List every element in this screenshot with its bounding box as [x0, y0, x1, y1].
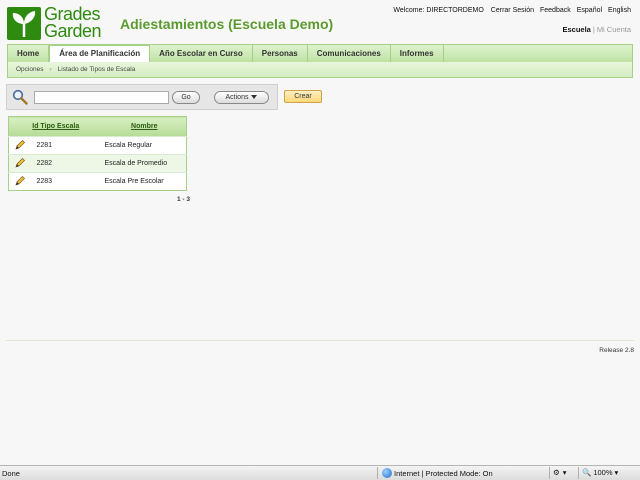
zone-text: Internet | Protected Mode: On — [394, 468, 493, 478]
edit-pencil-icon[interactable] — [8, 154, 31, 173]
grades-garden-logo[interactable]: Grades Garden — [7, 5, 110, 42]
chevron-down-icon — [251, 95, 258, 100]
pagination-range: 1 - 3 — [177, 196, 191, 203]
page-title: Adiestamientos (Escuela Demo) — [120, 16, 334, 32]
status-separator — [549, 467, 550, 479]
logo-wordmark: Grades Garden — [44, 5, 102, 41]
browser-status-bar: Done Internet | Protected Mode: On ⚙ ▾ 🔍… — [0, 465, 640, 480]
zoom-control[interactable]: 🔍 100% ▾ — [582, 468, 618, 477]
scope-mi-cuenta[interactable]: Mi Cuenta — [597, 25, 631, 34]
go-button[interactable]: Go — [172, 91, 200, 104]
magnifier-icon: 🔍 — [582, 468, 592, 477]
search-input[interactable] — [34, 91, 169, 104]
status-separator — [578, 467, 579, 479]
scope-switcher: Escuela | Mi Cuenta — [563, 25, 632, 34]
row-id: 2281 — [30, 136, 103, 155]
row-id: 2283 — [30, 172, 103, 191]
chevron-down-icon: ▾ — [562, 468, 567, 477]
zoom-level: 100% — [593, 468, 613, 477]
globe-icon — [382, 468, 392, 478]
chevron-right-icon: › — [49, 66, 52, 73]
tab-ano-escolar[interactable]: Año Escolar en Curso — [150, 45, 253, 62]
english-link[interactable]: English — [608, 7, 631, 14]
welcome-text: Welcome: DIRECTORDEMO — [393, 7, 484, 14]
release-version: Release 2.8 — [599, 347, 634, 354]
scope-escuela[interactable]: Escuela — [563, 25, 591, 34]
table-header-row: Id Tipo Escala Nombre — [8, 116, 187, 137]
status-separator — [377, 467, 378, 479]
search-icon[interactable] — [12, 89, 28, 105]
chevron-down-icon: ▾ — [614, 468, 619, 477]
tab-informes[interactable]: Informes — [391, 45, 444, 62]
row-name: Escala Pre Escolar — [102, 172, 187, 191]
table-row: 2281 Escala Regular — [8, 136, 187, 155]
column-header-nombre[interactable]: Nombre — [102, 116, 187, 137]
footer-divider — [6, 340, 634, 341]
main-nav: Home Área de Planificación Año Escolar e… — [7, 44, 633, 65]
breadcrumb-opciones[interactable]: Opciones — [16, 66, 43, 73]
column-header-id[interactable]: Id Tipo Escala — [8, 116, 103, 137]
create-button[interactable]: Crear — [284, 90, 322, 103]
search-region: Go Actions — [6, 84, 278, 110]
breadcrumb: Opciones › Listado de Tipos de Escala — [7, 62, 633, 78]
tab-home[interactable]: Home — [8, 45, 50, 62]
table-row: 2283 Escala Pre Escolar — [8, 172, 187, 191]
row-id: 2282 — [30, 154, 103, 173]
edit-pencil-icon[interactable] — [8, 172, 31, 191]
table-row: 2282 Escala de Promedio — [8, 154, 187, 173]
top-links: Welcome: DIRECTORDEMO Cerrar Sesión Feed… — [393, 7, 631, 14]
sprout-icon — [7, 7, 41, 40]
scope-separator: | — [592, 25, 595, 34]
edit-pencil-icon[interactable] — [8, 136, 31, 155]
actions-label: Actions — [225, 94, 249, 101]
tab-comunicaciones[interactable]: Comunicaciones — [308, 45, 391, 62]
actions-menu-button[interactable]: Actions — [214, 91, 269, 104]
shield-icon: ⚙ — [553, 468, 560, 477]
breadcrumb-current[interactable]: Listado de Tipos de Escala — [58, 66, 136, 73]
logout-link[interactable]: Cerrar Sesión — [491, 7, 534, 14]
spanish-link[interactable]: Español — [577, 7, 602, 14]
logo-line-2: Garden — [44, 21, 102, 41]
header: Grades Garden Adiestamientos (Escuela De… — [0, 0, 640, 44]
security-zone[interactable]: Internet | Protected Mode: On — [382, 468, 493, 478]
scale-types-table: Id Tipo Escala Nombre 2281 Escala Regula… — [8, 116, 187, 191]
feedback-link[interactable]: Feedback — [540, 7, 571, 14]
row-name: Escala de Promedio — [102, 154, 187, 173]
row-name: Escala Regular — [102, 136, 187, 155]
protected-mode-tools[interactable]: ⚙ ▾ — [553, 468, 567, 477]
tab-personas[interactable]: Personas — [253, 45, 308, 62]
status-text: Done — [2, 469, 20, 478]
